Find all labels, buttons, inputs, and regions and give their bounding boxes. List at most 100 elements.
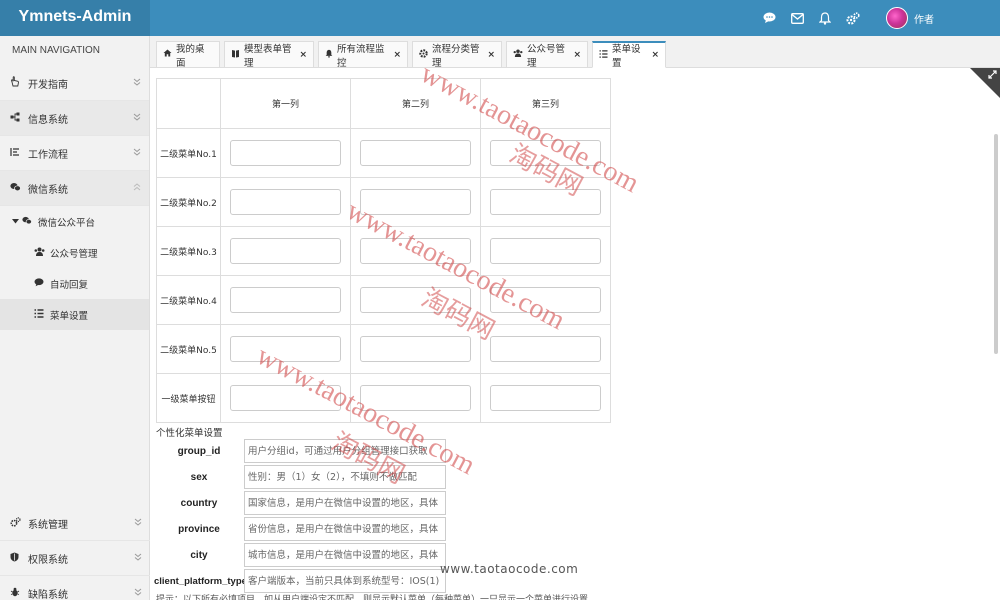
tab-process-monitor[interactable]: 所有流程监控 ×	[318, 41, 408, 69]
nav-header: MAIN NAVIGATION	[12, 45, 100, 56]
bug-icon	[10, 587, 24, 600]
close-icon[interactable]: ×	[299, 50, 307, 60]
avatar[interactable]	[886, 7, 908, 29]
menu-input[interactable]	[230, 140, 341, 166]
gear-icon	[419, 48, 428, 61]
users-icon	[513, 49, 523, 60]
menu-input[interactable]	[230, 238, 341, 264]
expand-icon[interactable]	[988, 70, 997, 82]
list-icon	[34, 308, 48, 321]
field-group-id: group_id	[154, 438, 446, 464]
sidebar-item-workflow[interactable]: 工作流程	[0, 136, 149, 171]
tab-official-accounts[interactable]: 公众号管理 ×	[506, 41, 588, 69]
row-label: 二级菜单No.3	[156, 226, 221, 276]
menu-input[interactable]	[490, 385, 601, 411]
home-icon	[163, 49, 172, 60]
chevron-down-icon	[134, 518, 142, 529]
menu-input[interactable]	[360, 189, 471, 215]
tab-process-category[interactable]: 流程分类管理 ×	[412, 41, 502, 69]
menu-input[interactable]	[490, 189, 601, 215]
tab-my-desktop[interactable]: 我的桌面	[156, 41, 220, 69]
sidebar-item-info-system[interactable]: 信息系统	[0, 101, 149, 136]
sidebar-item-menu-settings[interactable]: 菜单设置	[0, 299, 149, 330]
row-label: 二级菜单No.1	[156, 128, 221, 178]
menu-input[interactable]	[230, 336, 341, 362]
close-icon[interactable]: ×	[487, 50, 495, 60]
cut-off-hint: 提示：以下所有必填项目，如从用户端设定不匹配，则显示默认菜单（每种菜单）一只显示…	[156, 595, 589, 600]
comment-icon	[34, 277, 48, 290]
chevron-down-icon	[134, 588, 142, 599]
country-input[interactable]	[244, 491, 446, 515]
menu-input[interactable]	[490, 238, 601, 264]
client-platform-input[interactable]	[244, 569, 446, 593]
comment-icon[interactable]	[762, 11, 776, 25]
book-icon	[231, 49, 240, 61]
content-area: 第一列 第二列 第三列 二级菜单No.1 二级菜单No.2 二级菜单No.3 二…	[150, 68, 1000, 600]
user-menu[interactable]: 作者	[886, 0, 934, 36]
row-label: 一级菜单按钮	[156, 373, 221, 423]
close-icon[interactable]: ×	[651, 50, 659, 60]
sidebar-item-official-accounts[interactable]: 公众号管理	[0, 237, 149, 268]
sidebar-item-dev-guide[interactable]: 开发指南	[0, 66, 149, 101]
wechat-icon	[22, 216, 36, 228]
sidebar-item-wechat-system[interactable]: 微信系统	[0, 171, 149, 206]
sidebar-item-permissions[interactable]: 权限系统	[0, 541, 150, 576]
table-row: 二级菜单No.5	[156, 324, 611, 374]
menu-input[interactable]	[490, 287, 601, 313]
table-row: 二级菜单No.4	[156, 275, 611, 325]
sidebar: MAIN NAVIGATION 开发指南 信息系统 工作流程 微信系统 微信公众…	[0, 36, 150, 600]
table-row: 二级菜单No.2	[156, 177, 611, 227]
chevron-down-icon	[134, 553, 142, 564]
grid-corner-cell	[156, 78, 221, 129]
sex-input[interactable]	[244, 465, 446, 489]
field-label: client_platform_type	[154, 575, 247, 587]
sidebar-bottom: 系统管理 权限系统 缺陷系统	[0, 506, 150, 600]
menu-input[interactable]	[360, 238, 471, 264]
sidebar-item-wechat-platform[interactable]: 微信公众平台	[0, 206, 149, 237]
close-icon[interactable]: ×	[573, 50, 581, 60]
users-icon	[34, 247, 48, 259]
row-label: 二级菜单No.4	[156, 275, 221, 325]
bell-icon[interactable]	[818, 11, 832, 25]
chevron-up-icon	[133, 183, 141, 194]
table-row: 二级菜单No.1	[156, 128, 611, 178]
tab-menu-settings[interactable]: 菜单设置 ×	[592, 41, 666, 69]
column-header: 第一列	[220, 78, 351, 129]
field-label: city	[190, 549, 208, 561]
sidebar-item-auto-reply[interactable]: 自动回复	[0, 268, 149, 299]
tab-model-form[interactable]: 模型表单管理 ×	[224, 41, 314, 69]
row-label: 二级菜单No.5	[156, 324, 221, 374]
gears-icon[interactable]	[846, 11, 860, 25]
menu-input[interactable]	[230, 287, 341, 313]
city-input[interactable]	[244, 543, 446, 567]
close-icon[interactable]: ×	[393, 50, 401, 60]
list-icon	[599, 49, 608, 61]
menu-input[interactable]	[490, 140, 601, 166]
sidebar-item-defects[interactable]: 缺陷系统	[0, 576, 150, 600]
field-label: group_id	[177, 445, 221, 457]
menu-input[interactable]	[360, 336, 471, 362]
field-city: city	[154, 542, 446, 568]
sidebar-item-system-management[interactable]: 系统管理	[0, 506, 150, 541]
bell-icon	[325, 49, 333, 61]
menu-input[interactable]	[360, 140, 471, 166]
menu-input[interactable]	[230, 189, 341, 215]
scrollbar[interactable]	[994, 134, 998, 354]
app-logo[interactable]: Ymnets-Admin	[0, 0, 150, 36]
row-label: 二级菜单No.2	[156, 177, 221, 227]
user-name[interactable]: 作者	[914, 11, 934, 26]
menu-input[interactable]	[360, 287, 471, 313]
field-sex: sex	[154, 464, 446, 490]
province-input[interactable]	[244, 517, 446, 541]
menu-input[interactable]	[490, 336, 601, 362]
table-row: 一级菜单按钮	[156, 373, 611, 423]
group-id-input[interactable]	[244, 439, 446, 463]
field-label: sex	[190, 471, 208, 483]
shield-icon	[10, 552, 24, 565]
field-label: country	[180, 497, 218, 509]
menu-input[interactable]	[230, 385, 341, 411]
mail-icon[interactable]	[790, 11, 804, 25]
menu-input[interactable]	[360, 385, 471, 411]
grid-header-row: 第一列 第二列 第三列	[156, 78, 611, 129]
wechat-icon	[10, 182, 24, 195]
